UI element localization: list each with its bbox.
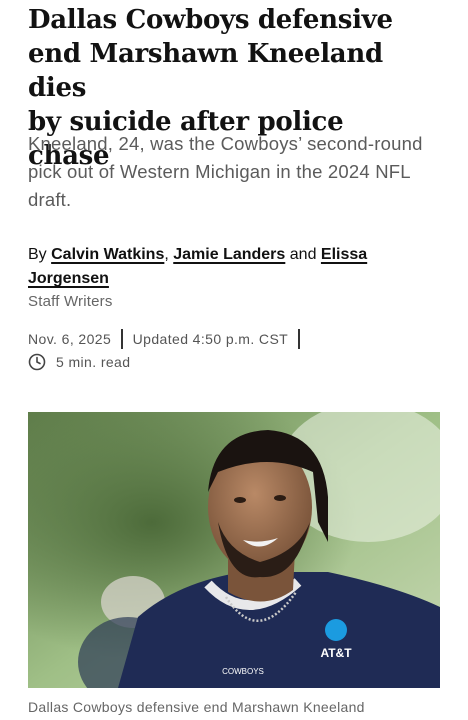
byline-prefix: By [28, 246, 47, 263]
read-time: 5 min. read [28, 353, 130, 371]
photo-caption: Dallas Cowboys defensive end Marshawn Kn… [28, 699, 365, 715]
publish-date: Nov. 6, 2025 [28, 331, 112, 347]
player-photo-illustration: AT&T COWBOYS [28, 412, 440, 688]
article-photo[interactable]: AT&T COWBOYS [28, 412, 440, 688]
clock-icon [28, 353, 46, 371]
byline-comma: , [164, 246, 169, 263]
author-link-jamie-landers[interactable]: Jamie Landers [173, 246, 285, 263]
read-time-label: 5 min. read [56, 354, 131, 370]
jersey-sponsor-text: AT&T [320, 646, 352, 660]
headline-line: end Marshawn Kneeland dies [28, 39, 383, 104]
headline-line: Dallas Cowboys defensive [28, 5, 393, 36]
meta-divider [298, 329, 300, 349]
meta-divider [121, 329, 123, 349]
updated-time: Updated 4:50 p.m. CST [132, 331, 289, 347]
article-dek: Kneeland, 24, was the Cowboys’ second-ro… [28, 133, 423, 210]
author-link-calvin-watkins[interactable]: Calvin Watkins [51, 246, 164, 263]
jersey-team-text: COWBOYS [222, 667, 264, 676]
byline: By Calvin Watkins, Jamie Landers and Eli… [28, 243, 440, 291]
byline-conjunction: and [289, 246, 317, 263]
article-meta: Nov. 6, 2025 Updated 4:50 p.m. CST [28, 329, 310, 349]
author-role: Staff Writers [28, 293, 113, 310]
